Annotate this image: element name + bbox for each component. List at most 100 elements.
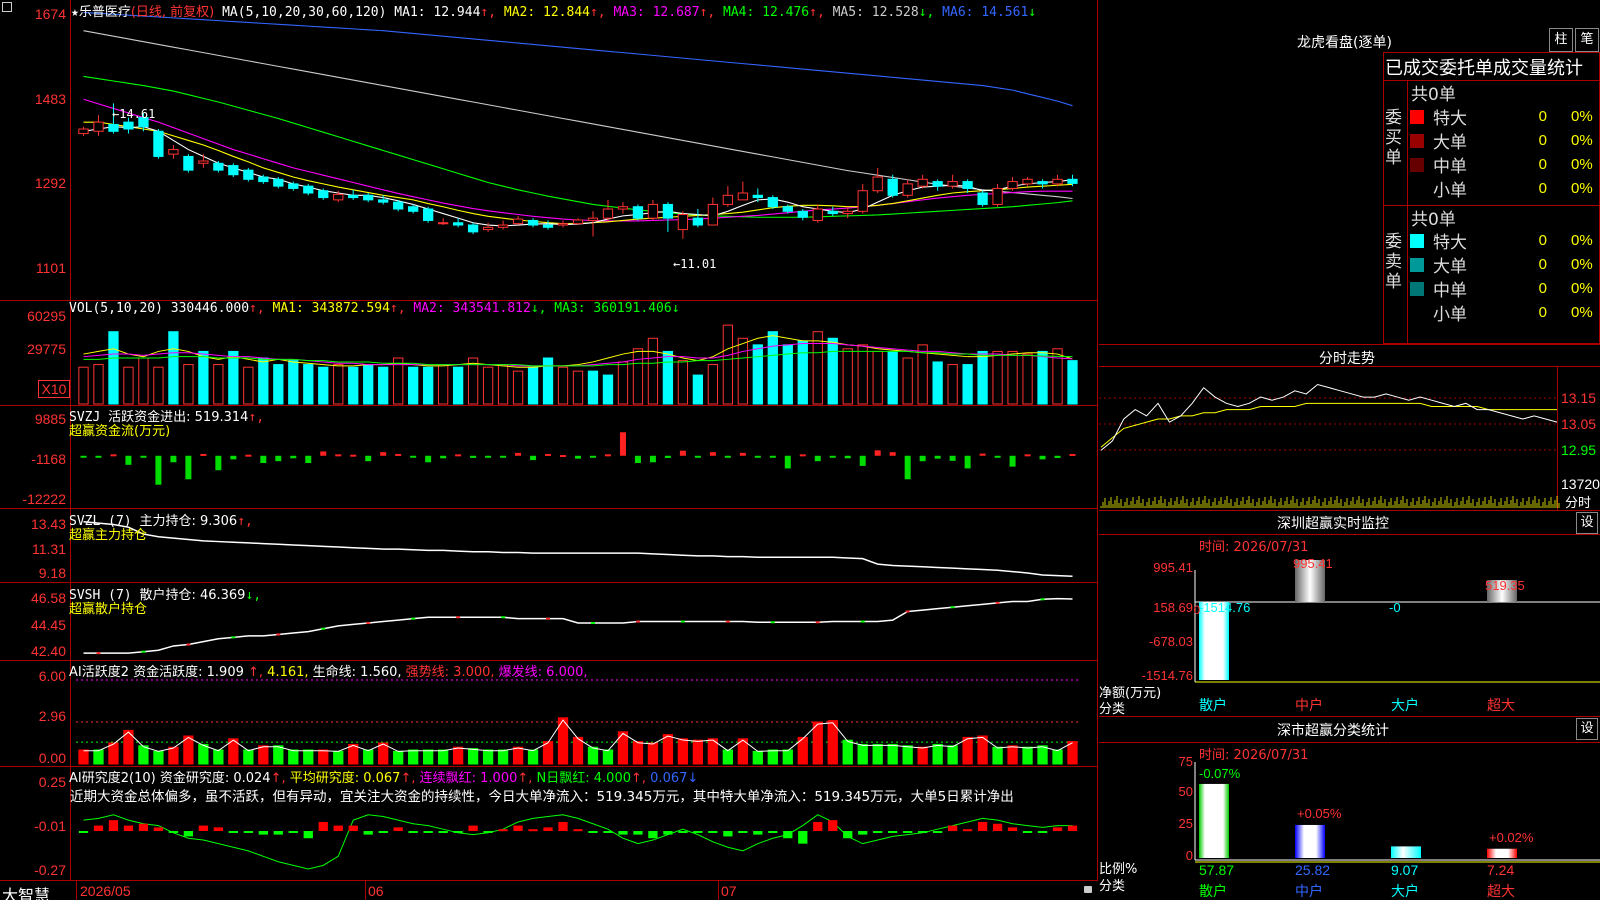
candle-body — [752, 194, 763, 199]
classify-tick: 50 — [1179, 784, 1193, 799]
high-note: ←14.61 — [112, 107, 156, 121]
ai-active-part: 强势线: 3.000, — [401, 665, 495, 680]
volume-bar — [452, 366, 464, 405]
activity-bar — [153, 750, 164, 765]
candle-body — [767, 197, 778, 208]
candle-body — [647, 203, 659, 219]
svzl-value: 主力持仓: 9.306 — [139, 514, 238, 529]
activity-bar — [887, 743, 898, 765]
flow-bar — [994, 455, 1001, 458]
volume-bar — [797, 340, 808, 405]
chart-canvas[interactable] — [0, 0, 1098, 880]
activity-bar — [602, 749, 614, 765]
activity-bar — [662, 734, 674, 765]
brand-label[interactable]: 大智慧 — [2, 882, 50, 900]
retail-marker — [96, 652, 101, 655]
volume-bar — [1052, 348, 1063, 405]
flow-bar — [320, 451, 327, 456]
activity-bar — [78, 749, 89, 765]
research-bar — [603, 831, 613, 833]
retail-marker — [456, 616, 461, 619]
retail-marker — [1040, 598, 1045, 601]
main-holding-line — [83, 521, 1073, 577]
volume-bar — [527, 366, 539, 405]
volume-bar — [512, 370, 524, 405]
volume-bar — [183, 364, 194, 405]
volume-bar — [318, 366, 329, 405]
retail-marker — [501, 616, 506, 619]
candle-body — [887, 178, 898, 196]
volume-bar — [363, 364, 374, 405]
flow-bar — [1039, 455, 1046, 460]
volume-bar — [737, 337, 748, 405]
flow-bar — [290, 455, 297, 459]
candle-body — [542, 224, 554, 228]
flow-bar — [545, 453, 552, 456]
ma-value: MA5: 12.528 — [824, 5, 919, 20]
flow-bar — [919, 455, 926, 462]
research-bar — [588, 831, 598, 833]
volume-bar — [108, 331, 119, 405]
research-bar — [1067, 825, 1078, 831]
activity-bar — [782, 749, 793, 765]
monitor-category: 大户 — [1391, 697, 1419, 714]
ai-research-part: ↑, — [270, 771, 286, 786]
intraday-price-line — [1100, 383, 1558, 451]
candle-body — [393, 201, 404, 210]
volume-bar — [228, 350, 239, 405]
research-bar — [198, 825, 209, 831]
research-bar — [618, 831, 628, 835]
flow-bar — [455, 454, 462, 457]
volume-bar — [557, 366, 569, 405]
research-bar — [123, 825, 134, 831]
flow-bar — [709, 452, 716, 456]
activity-bar — [902, 745, 913, 765]
research-bar — [108, 820, 119, 831]
star-icon[interactable]: ★ — [71, 5, 79, 20]
flow-bar — [829, 455, 836, 458]
retail-marker — [995, 601, 1000, 604]
retail-marker — [950, 606, 955, 609]
volume-bar — [1007, 350, 1018, 405]
classify-category: 大户 — [1391, 883, 1419, 900]
activity-bar — [692, 739, 704, 765]
svzj-subtitle: 超赢资金流(万元) — [69, 424, 171, 439]
volume-bar — [437, 364, 449, 405]
monitor-tick: 158.69 — [1153, 600, 1193, 615]
classify-bar — [1295, 824, 1325, 858]
classify-top-label: -0.07% — [1199, 766, 1241, 781]
research-bar — [393, 827, 403, 831]
flow-bar — [275, 455, 282, 462]
research-bar — [858, 831, 868, 835]
flow-bar — [1024, 454, 1031, 457]
candle-body — [602, 208, 614, 219]
candle-body — [258, 176, 269, 183]
research-bar — [228, 831, 238, 833]
activity-bar — [842, 739, 853, 765]
monitor-tick: -678.03 — [1149, 634, 1193, 649]
activity-bar — [1007, 745, 1018, 765]
candle-body — [348, 194, 359, 199]
ai-research-part: 资金研究度: 0.024 — [159, 771, 271, 786]
lock-icon[interactable] — [1084, 886, 1092, 893]
candle-body — [782, 206, 793, 212]
volume-bar — [707, 364, 719, 405]
activity-bar — [872, 743, 883, 765]
activity-bar — [512, 746, 524, 765]
activity-bar — [722, 749, 733, 765]
flow-bar — [410, 455, 417, 458]
flow-bar — [589, 455, 596, 458]
volume-bar — [722, 324, 733, 405]
flow-bar — [979, 453, 986, 456]
monitor-bar-value: 519.35 — [1485, 578, 1525, 593]
candle-body — [228, 165, 239, 176]
footer-bar: 大智慧 2026/05 06 07 — [0, 880, 1098, 900]
candle-body — [288, 183, 299, 189]
activity-bar — [108, 742, 119, 765]
activity-bar — [168, 746, 179, 765]
candle-body — [902, 183, 913, 196]
candle-body — [243, 169, 254, 180]
activity-bar — [587, 746, 599, 765]
flow-bar — [125, 455, 132, 465]
volume-bar — [842, 348, 853, 405]
